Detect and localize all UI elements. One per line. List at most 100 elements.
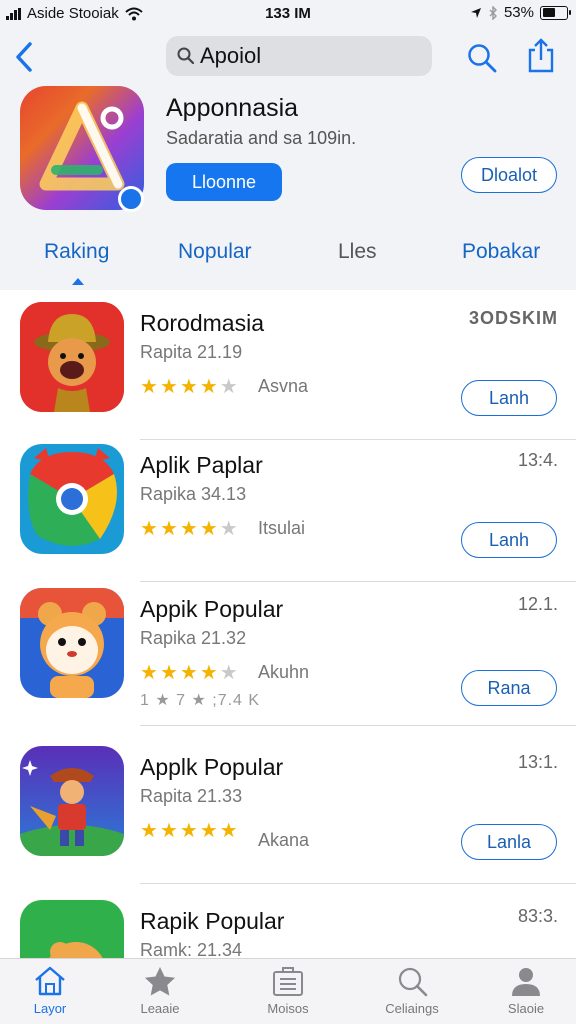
- person-icon: [512, 968, 540, 996]
- explorer-character-icon: [20, 302, 124, 412]
- share-icon[interactable]: [526, 38, 556, 74]
- app-icon[interactable]: [20, 302, 124, 412]
- app-version: Rapita 21.33: [140, 786, 243, 806]
- star-icon: ★: [219, 518, 238, 540]
- search-icon: [398, 967, 428, 997]
- search-icon[interactable]: [466, 42, 498, 74]
- tab-bar-label: Moisos: [267, 1001, 309, 1016]
- star-icon: ★: [179, 376, 198, 398]
- search-icon: [177, 47, 195, 65]
- app-time: 13:1.: [517, 752, 558, 772]
- list-item[interactable]: Aplik Paplar Rapika 34.13 ★ ★ ★ ★ ★ Itsulai …: [0, 432, 576, 582]
- tab-nopular[interactable]: Nopular: [178, 240, 252, 264]
- star-icon: ★: [140, 518, 158, 540]
- star-icon: ★: [159, 376, 178, 398]
- app-time: 83:3.: [517, 906, 558, 926]
- tab-bar-item-slaoie[interactable]: Slaoie: [476, 965, 576, 1016]
- app-name: Appik Popular: [140, 596, 284, 622]
- app-version: Rapita 21.19: [140, 342, 243, 362]
- tab-bar-label: Leaaie: [140, 1001, 180, 1016]
- home-icon: [35, 966, 65, 996]
- star-rating: ★ ★ ★ ★ ★: [140, 516, 238, 541]
- app-time: 12.1.: [517, 594, 558, 614]
- star-icon: ★: [140, 820, 158, 842]
- app-name: Rorodmasia: [140, 310, 264, 336]
- tab-bar-label: Celiaings: [385, 1001, 439, 1016]
- tab-bar-label: Layor: [33, 1001, 67, 1016]
- briefcase-list-icon: [273, 967, 303, 996]
- rating-label: Akuhn: [258, 662, 310, 682]
- search-bar[interactable]: [166, 36, 432, 76]
- featured-badge-icon: [118, 186, 144, 212]
- get-button[interactable]: Lanla: [461, 824, 557, 860]
- tab-raking[interactable]: Raking: [44, 240, 109, 264]
- star-icon: [145, 967, 175, 996]
- tab-bar-item-layor[interactable]: Layor: [0, 965, 100, 1016]
- rating-count: 1 ★ 7 ★ ;7.4 K: [140, 692, 261, 709]
- header: Apponnasia Sadaratia and sa 109in. Lloon…: [0, 28, 576, 290]
- list-item[interactable]: Rorodmasia Rapita 21.19 ★ ★ ★ ★ ★ Asvna 3ODS…: [0, 290, 576, 440]
- star-icon: ★: [140, 376, 158, 398]
- row-divider: [140, 883, 576, 884]
- rating-label: Asvna: [258, 376, 309, 396]
- star-rating: ★ ★ ★ ★ ★: [140, 374, 238, 399]
- app-icon[interactable]: [20, 746, 124, 856]
- star-icon: ★: [199, 820, 218, 842]
- featured-primary-button[interactable]: Lloonne: [166, 163, 282, 201]
- get-button[interactable]: Lanh: [461, 522, 557, 558]
- app-name: Applk Popular: [140, 754, 284, 780]
- status-bar: Aside Stooiak 133 IM 53%: [0, 0, 576, 28]
- adventurer-character-icon: [20, 746, 124, 856]
- app-time: 13:4.: [517, 450, 558, 470]
- app-name: Rapik Popular: [140, 908, 285, 934]
- search-input[interactable]: [200, 43, 420, 69]
- star-rating: ★ ★ ★ ★ ★: [140, 818, 238, 843]
- chevron-left-icon[interactable]: [12, 40, 36, 74]
- app-icon[interactable]: [20, 444, 124, 554]
- star-icon: ★: [140, 662, 158, 684]
- star-icon: ★: [219, 662, 238, 684]
- star-icon: ★: [179, 820, 198, 842]
- category-tabs: Raking Nopular Lles Pobakar: [0, 238, 576, 288]
- status-right: 53%: [470, 4, 571, 21]
- bluetooth-icon: [489, 5, 497, 20]
- active-tab-indicator: [72, 278, 84, 285]
- list-item[interactable]: Applk Popular Rapita 21.33 ★ ★ ★ ★ ★ Akana 1…: [0, 734, 576, 884]
- app-time: 3ODSKIM: [468, 308, 558, 328]
- star-icon: ★: [219, 820, 238, 842]
- tab-bar-item-leaaie[interactable]: Leaaie: [110, 965, 210, 1016]
- bear-character-icon: [20, 588, 124, 698]
- battery-percent: 53%: [503, 4, 534, 21]
- app-version: Rapika 21.32: [140, 628, 247, 648]
- star-rating: ★ ★ ★ ★ ★: [140, 660, 238, 685]
- tab-lles[interactable]: Lles: [338, 240, 377, 264]
- app-icon[interactable]: [20, 588, 124, 698]
- star-icon: ★: [179, 518, 198, 540]
- get-button[interactable]: Lanh: [461, 380, 557, 416]
- star-icon: ★: [179, 662, 198, 684]
- star-icon: ★: [199, 518, 218, 540]
- row-divider: [140, 725, 576, 726]
- tab-bar-label: Slaoie: [507, 1001, 545, 1016]
- location-arrow-icon: [470, 7, 481, 18]
- star-icon: ★: [159, 518, 178, 540]
- tab-bar-item-celiaings[interactable]: Celiaings: [362, 965, 462, 1016]
- list-item[interactable]: Appik Popular Rapika 21.32 ★ ★ ★ ★ ★ Akuhn 1…: [0, 576, 576, 726]
- tab-pobakar[interactable]: Pobakar: [462, 240, 540, 264]
- app-name: Aplik Paplar: [140, 452, 263, 478]
- app-version: Rapika 34.13: [140, 484, 247, 504]
- star-icon: ★: [159, 662, 178, 684]
- bottom-tab-bar: Layor Leaaie Moisos Celiaings Slaoie: [0, 958, 576, 1024]
- rating-label: Itsulai: [258, 518, 306, 538]
- star-icon: ★: [219, 376, 238, 398]
- rating-label: Akana: [258, 830, 310, 850]
- get-button[interactable]: Rana: [461, 670, 557, 706]
- chrome-fox-icon: [20, 444, 124, 554]
- star-icon: ★: [199, 376, 218, 398]
- battery-icon: [540, 5, 571, 20]
- tab-bar-item-moisos[interactable]: Moisos: [238, 965, 338, 1016]
- star-icon: ★: [159, 820, 178, 842]
- featured-subtitle: Sadaratia and sa 109in.: [166, 128, 357, 148]
- featured-title: Apponnasia: [166, 94, 299, 122]
- featured-secondary-button[interactable]: Dloalot: [461, 157, 557, 193]
